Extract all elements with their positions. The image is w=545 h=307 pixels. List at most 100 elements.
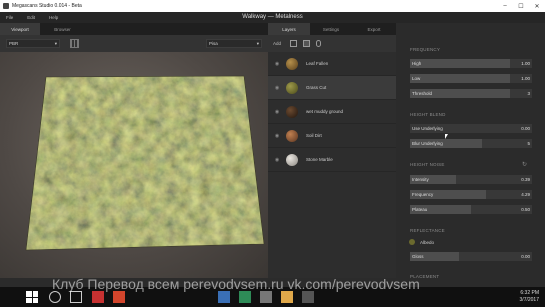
layer-label: Soil Dirt: [306, 133, 322, 138]
slider-high[interactable]: High 1.00: [410, 59, 532, 68]
visibility-eye-icon[interactable]: ◉: [268, 109, 286, 115]
layer-thumbnail: [286, 129, 298, 142]
maximize-button[interactable]: ☐: [513, 0, 529, 12]
chevron-down-icon: ▾: [256, 40, 259, 46]
environment-select[interactable]: Pisa ▾: [206, 39, 262, 48]
search-icon[interactable]: [49, 291, 61, 303]
viewport-toolbar: PBR ▾ Pisa ▾: [0, 35, 268, 52]
layer-square-icon[interactable]: [290, 40, 297, 47]
slider-label: Low: [412, 76, 421, 81]
app-logo-icon: [3, 3, 9, 9]
layers-list: ◉ Leaf Fallen ◉ Grass Cut ◉ wet muddy gr…: [268, 52, 396, 278]
visibility-eye-icon[interactable]: ◉: [268, 133, 286, 139]
render-mode-select[interactable]: PBR ▾: [6, 39, 60, 48]
slider-frequency[interactable]: Frequency 4.29: [410, 190, 532, 199]
tab-viewport[interactable]: Viewport: [0, 23, 40, 35]
slider-use-underlying[interactable]: Use Underlying 0.00: [410, 124, 532, 133]
layer-thumbnail: [286, 153, 298, 166]
section-frequency-title: FREQUENCY: [410, 47, 441, 52]
slider-low[interactable]: Low 1.00: [410, 74, 532, 83]
slider-value: 1.00: [521, 61, 530, 66]
tab-layers[interactable]: Layers: [268, 23, 310, 35]
window-title: Megascans Studio 0.014 - Beta: [12, 3, 82, 9]
document-title: Walkway — Metalness: [242, 14, 303, 20]
slider-intensity[interactable]: Intensity 0.39: [410, 175, 532, 184]
slider-label: Gloss: [412, 254, 424, 259]
start-windows-icon[interactable]: [26, 291, 38, 303]
taskbar-app-icon[interactable]: [260, 291, 272, 303]
environment-value: Pisa: [209, 41, 218, 46]
albedo-label: Albedo: [420, 240, 435, 245]
watermark-text: Клуб Перевод всем perevodvsem.ru vk.com/…: [52, 276, 420, 292]
title-bar: Megascans Studio 0.014 - Beta – ☐ ✕: [0, 0, 545, 12]
window-controls: – ☐ ✕: [497, 0, 545, 12]
refresh-icon[interactable]: ↻: [522, 161, 527, 168]
menu-file[interactable]: File: [6, 15, 13, 20]
slider-label: Plateau: [412, 207, 428, 212]
taskbar-app-icon[interactable]: [281, 291, 293, 303]
section-height-noise-title: HEIGHT NOISE: [410, 162, 445, 167]
slider-label: Threshold: [412, 91, 433, 96]
slider-label: Blur Underlying: [412, 141, 443, 146]
taskbar-app-icon[interactable]: [113, 291, 125, 303]
menu-edit[interactable]: Edit: [27, 15, 35, 20]
chevron-down-icon: ▾: [54, 40, 57, 46]
tab-settings[interactable]: Settings: [310, 23, 352, 35]
section-reflectance-title: REFLECTANCE: [410, 228, 445, 233]
slider-value: 0.00: [521, 126, 530, 131]
clock-time: 6:32 PM: [520, 290, 539, 296]
system-clock[interactable]: 6:32 PM 3/7/2017: [520, 290, 539, 304]
slider-blur-underlying[interactable]: Blur Underlying 5: [410, 139, 532, 148]
layer-grass-cut[interactable]: ◉ Grass Cut: [268, 76, 396, 100]
layer-stone-marble[interactable]: ◉ Stone Marble: [268, 148, 396, 172]
taskbar-app-icon[interactable]: [239, 291, 251, 303]
layer-thumbnail: [286, 57, 298, 70]
slider-label: Frequency: [412, 192, 434, 197]
mouse-cursor-icon: [445, 134, 448, 139]
grid-toggle-icon[interactable]: [70, 39, 79, 48]
visibility-eye-icon[interactable]: ◉: [268, 61, 286, 67]
layer-thumbnail: [286, 105, 298, 118]
layer-label: Grass Cut: [306, 85, 327, 90]
slider-label: High: [412, 61, 422, 66]
minimize-button[interactable]: –: [497, 0, 513, 12]
render-mode-value: PBR: [9, 41, 19, 46]
taskbar-app-icon[interactable]: [218, 291, 230, 303]
layer-thumbnail: [286, 81, 298, 94]
layer-label: Stone Marble: [306, 157, 333, 162]
3d-viewport[interactable]: [0, 52, 268, 278]
slider-plateau[interactable]: Plateau 0.50: [410, 205, 532, 214]
slider-value: 0.00: [521, 254, 530, 259]
visibility-eye-icon[interactable]: ◉: [268, 157, 286, 163]
visibility-eye-icon[interactable]: ◉: [268, 85, 286, 91]
layer-leaf-fallen[interactable]: ◉ Leaf Fallen: [268, 52, 396, 76]
slider-value: 5: [527, 141, 530, 146]
taskbar-app-icon[interactable]: [92, 291, 104, 303]
layers-panel-tabs: Layers Settings Export: [268, 23, 396, 35]
slider-value: 0.39: [521, 177, 530, 182]
taskbar-app-icon[interactable]: [302, 291, 314, 303]
tab-export[interactable]: Export: [352, 23, 396, 35]
layer-label: Leaf Fallen: [306, 61, 329, 66]
layer-mask-icon[interactable]: [316, 40, 321, 47]
menu-help[interactable]: Help: [49, 15, 58, 20]
layer-wet-muddy-ground[interactable]: ◉ wet muddy ground: [268, 100, 396, 124]
tab-browser[interactable]: Browser: [40, 23, 85, 35]
slider-value: 3: [527, 91, 530, 96]
layer-fill-icon[interactable]: [303, 40, 310, 47]
layer-label: wet muddy ground: [306, 109, 344, 114]
close-button[interactable]: ✕: [529, 0, 545, 12]
slider-value: 4.29: [521, 192, 530, 197]
slider-value: 0.50: [521, 207, 530, 212]
section-height-blend-title: HEIGHT BLEND: [410, 112, 446, 117]
albedo-swatch[interactable]: [409, 239, 415, 245]
document-title-bar: Walkway — Metalness: [0, 14, 545, 20]
menu-bar: File Edit Help Walkway — Metalness: [0, 12, 545, 23]
slider-gloss[interactable]: Gloss 0.00: [410, 252, 532, 261]
layers-toolbar: Add: [268, 35, 396, 52]
slider-threshold[interactable]: Threshold 3: [410, 89, 532, 98]
slider-fill: [410, 74, 510, 83]
add-layer-label[interactable]: Add: [273, 41, 281, 46]
layer-soil-dirt[interactable]: ◉ Soil Dirt: [268, 124, 396, 148]
task-view-icon[interactable]: [70, 291, 82, 303]
